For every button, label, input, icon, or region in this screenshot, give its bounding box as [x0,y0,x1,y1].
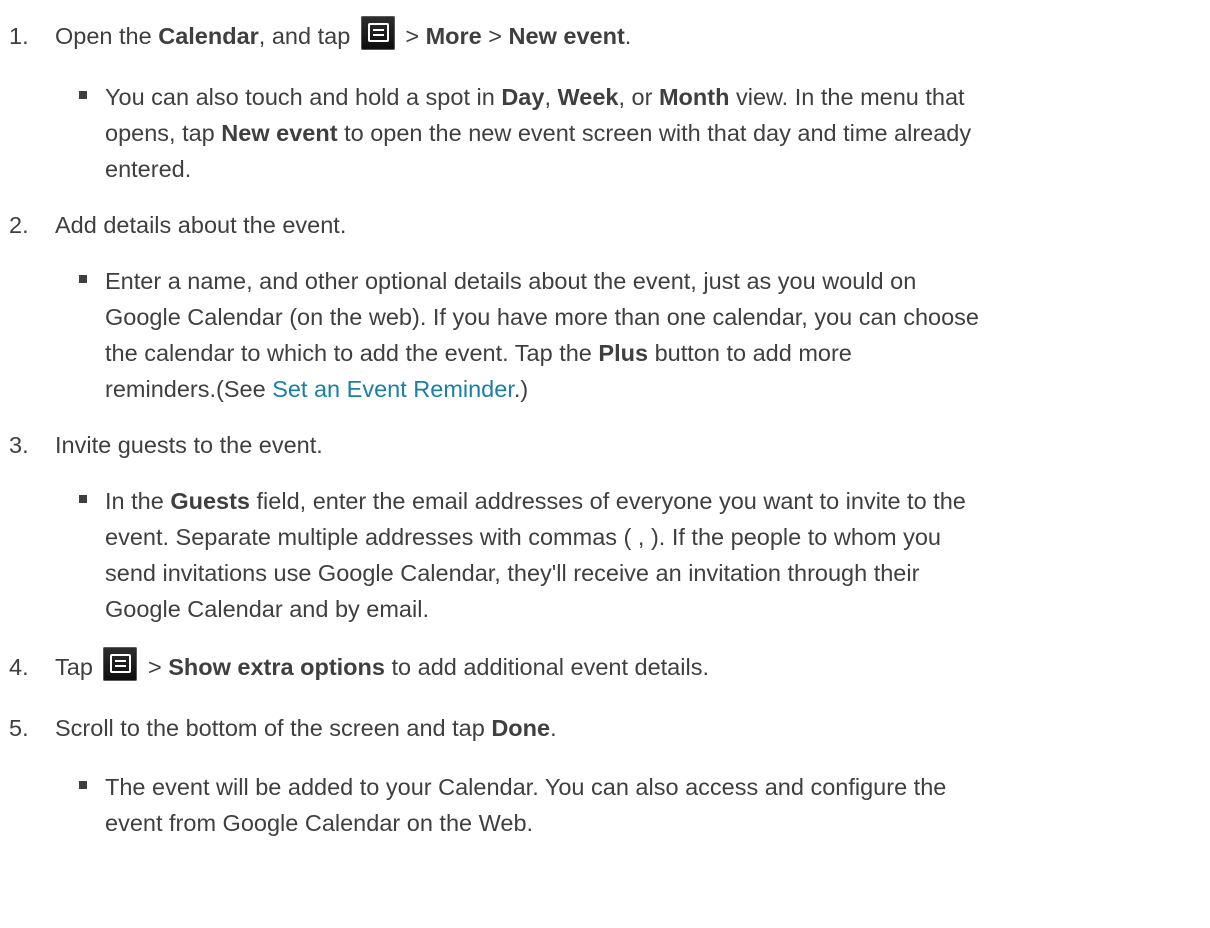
bullet-text: Enter a name, and other optional details… [105,268,979,402]
step-text: Add details about the event. [55,212,347,238]
step-text: Invite guests to the event. [55,432,323,458]
step-5: 5. Scroll to the bottom of the screen and… [9,710,1199,746]
calendar-app-term: Calendar [158,23,259,49]
set-event-reminder-link[interactable]: Set an Event Reminder [272,376,514,402]
step-3: 3. Invite guests to the event. [9,427,1199,463]
step-4: 4. Tap > Show extra options to add additi… [9,647,1199,685]
bullet-text: The event will be added to your Calendar… [105,774,947,836]
bullet-marker [79,495,87,503]
done-button-term: Done [491,715,551,741]
more-menu-term: More [425,23,482,49]
bullet-marker [79,781,87,789]
new-event-term: New event [508,23,625,49]
plus-button-term: Plus [598,340,649,366]
step-2: 2. Add details about the event. [9,207,1199,243]
step-number: 1. [9,23,29,49]
guests-field-term: Guests [170,488,250,514]
menu-key-icon [103,647,138,681]
bullet-text: You can also touch and hold a spot in Da… [105,84,972,182]
bullet-text: In the Guests field, enter the email add… [105,488,966,622]
step-number: 5. [9,715,29,741]
show-extra-options-term: Show extra options [168,654,385,680]
menu-key-icon [360,16,395,50]
step-number: 2. [9,212,29,238]
step-text: Open the Calendar, and tap > More > New … [55,16,631,50]
step-number: 3. [9,432,29,458]
step-text: Scroll to the bottom of the screen and t… [55,715,557,741]
bullet-marker [79,275,87,283]
step-text: Tap > Show extra options to add addition… [55,647,709,681]
step-1: 1. Open the Calendar, and tap > More > Ne… [9,16,1199,54]
step-number: 4. [9,654,29,680]
bullet-marker [79,91,87,99]
